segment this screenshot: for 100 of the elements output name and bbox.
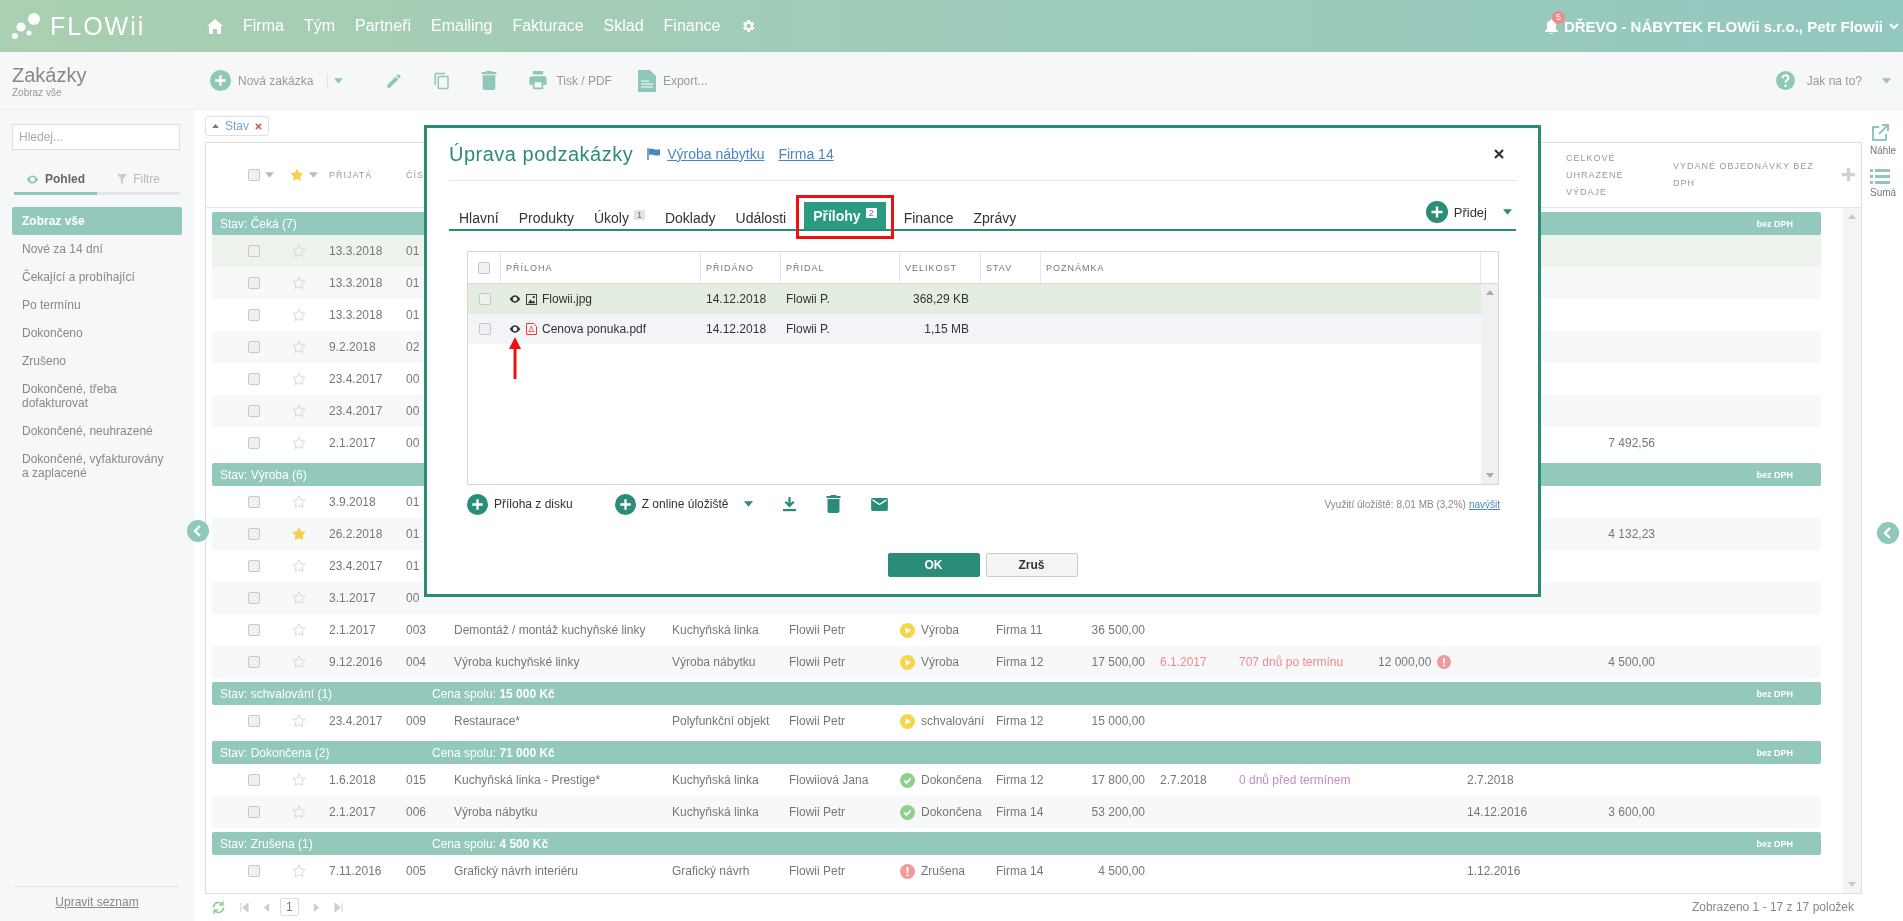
- table-cell: 26.2.2018: [329, 527, 383, 541]
- table-cell: Zrušena: [921, 864, 966, 878]
- table-cell: 13.3.2018: [329, 244, 383, 258]
- page-title: Zakázky: [12, 63, 88, 87]
- group-note: bez DPH: [1756, 688, 1794, 699]
- table-cell: 2.1.2017: [329, 805, 376, 819]
- table-cell: Dokončena: [921, 805, 982, 819]
- table-cell: 9.2.2018: [329, 340, 376, 354]
- table-cell: 2.1.2017: [329, 623, 376, 637]
- table-cell: schvalování: [921, 714, 985, 728]
- table-cell: 23.4.2017: [329, 559, 383, 573]
- table-cell: Výroba kuchyňské linky: [454, 655, 580, 669]
- table-cell: 006: [406, 805, 427, 819]
- table-cell: 01: [406, 276, 420, 290]
- group-total: Cena spolu: 15 000 Kč: [432, 686, 555, 701]
- table-cell: 01: [406, 559, 420, 573]
- table-cell: 4 500,00: [1608, 655, 1655, 669]
- group-title: Stav: Výroba (6): [220, 467, 308, 482]
- table-cell: Flowiiová Jana: [789, 773, 869, 787]
- table-cell: 53 200,00: [1091, 805, 1145, 819]
- table-cell: 4 500,00: [1098, 864, 1145, 878]
- table-cell: 17 800,00: [1091, 773, 1145, 787]
- table-cell: Grafický návrh: [672, 864, 750, 878]
- group-title: Stav: schvalování (1): [220, 686, 334, 701]
- table-cell: 9.12.2016: [329, 655, 383, 669]
- table-cell: 7 492,56: [1608, 436, 1655, 450]
- table-cell: Flowii Petr: [789, 805, 845, 819]
- table-cell: 0 dnů před termínem: [1239, 773, 1351, 787]
- table-cell: Kuchyňská linka - Prestige*: [454, 773, 601, 787]
- table-cell: 1.12.2016: [1467, 864, 1521, 878]
- table-cell: Kuchyňská linka: [672, 805, 759, 819]
- table-cell: 1.6.2018: [329, 773, 376, 787]
- table-cell: Flowii P.: [786, 292, 830, 306]
- table-cell: 00: [406, 591, 420, 605]
- page-subtitle: Zobraz vše: [12, 86, 63, 98]
- table-cell: Výroba: [921, 623, 960, 637]
- count-badge: 1: [633, 210, 645, 220]
- notification-badge: 5: [1551, 10, 1565, 24]
- group-note: bez DPH: [1756, 469, 1794, 480]
- table-cell: Výroba nábytku: [672, 655, 756, 669]
- table-cell: 14.12.2018: [706, 322, 767, 336]
- table-cell: 13.3.2018: [329, 276, 383, 290]
- table-cell: 01: [406, 308, 420, 322]
- table-cell: Flowii Petr: [789, 864, 845, 878]
- group-title: Stav: Dokončena (2): [220, 745, 331, 760]
- table-cell: 17 500,00: [1091, 655, 1145, 669]
- table-cell: 13.3.2018: [329, 308, 383, 322]
- table-cell: 14.12.2018: [706, 292, 767, 306]
- table-cell: 01: [406, 495, 420, 509]
- group-note: bez DPH: [1756, 218, 1794, 229]
- table-cell: 15 000,00: [1091, 714, 1145, 728]
- table-cell: 12 000,00: [1378, 655, 1432, 669]
- table-cell: 2.7.2018: [1160, 773, 1207, 787]
- table-cell: 00: [406, 436, 420, 450]
- table-cell: Kuchyňská linka: [672, 623, 759, 637]
- pager-summary: Zobrazeno 1 - 17 z 17 položek: [1691, 900, 1855, 914]
- table-cell: Flowii P.: [786, 322, 830, 336]
- logo-text: FLOWii: [50, 11, 146, 41]
- table-cell: 36 500,00: [1091, 623, 1145, 637]
- table-cell: 23.4.2017: [329, 404, 383, 418]
- table-cell: Flowii Petr: [789, 655, 845, 669]
- table-cell: Firma 14: [996, 805, 1044, 819]
- table-cell: Grafický návrh interiéru: [454, 864, 579, 878]
- table-cell: 3 600,00: [1608, 805, 1655, 819]
- table-cell: Dokončena: [921, 773, 982, 787]
- group-total: Cena spolu: 71 000 Kč: [432, 745, 555, 760]
- table-cell: 00: [406, 404, 420, 418]
- group-title: Stav: Čeká (7): [220, 216, 298, 231]
- table-cell: 7.11.2016: [329, 864, 382, 878]
- table-cell: Polyfunkční objekt: [672, 714, 770, 728]
- table-cell: Flowii Petr: [789, 714, 845, 728]
- table-cell: 6.1.2017: [1160, 655, 1207, 669]
- table-cell: 01: [406, 527, 420, 541]
- table-cell: 01: [406, 244, 420, 258]
- table-cell: Firma 12: [996, 714, 1044, 728]
- storage-usage: Využití úložiště: 8,01 MB (3,2%): [1324, 498, 1466, 510]
- table-cell: 02: [406, 340, 420, 354]
- group-title: Stav: Zrušena (1): [220, 836, 314, 851]
- table-cell: Firma 12: [996, 655, 1044, 669]
- table-cell: 2.7.2018: [1467, 773, 1514, 787]
- group-total: Cena spolu: 4 500 Kč: [432, 836, 549, 851]
- table-cell: 00: [406, 372, 420, 386]
- count-badge: 2: [865, 208, 877, 218]
- table-cell: 005: [406, 864, 427, 878]
- table-cell: 015: [406, 773, 427, 787]
- table-cell: 2.1.2017: [329, 436, 376, 450]
- group-note: bez DPH: [1756, 838, 1794, 849]
- table-cell: Firma 14: [996, 864, 1044, 878]
- table-cell: 23.4.2017: [329, 372, 383, 386]
- table-cell: 23.4.2017: [329, 714, 383, 728]
- table-cell: 14.12.2016: [1467, 805, 1528, 819]
- table-cell: 707 dnů po termínu: [1239, 655, 1344, 669]
- table-cell: Demontáž / montáž kuchyňské linky: [454, 623, 646, 637]
- table-cell: Firma 11: [996, 623, 1043, 637]
- table-cell: Firma 12: [996, 773, 1044, 787]
- table-cell: 3.9.2018: [329, 495, 376, 509]
- table-cell: Restaurace*: [454, 714, 521, 728]
- dialog-title: Úprava podzakázky: [449, 142, 634, 166]
- table-cell: Flowii Petr: [789, 623, 845, 637]
- table-cell: 004: [406, 655, 427, 669]
